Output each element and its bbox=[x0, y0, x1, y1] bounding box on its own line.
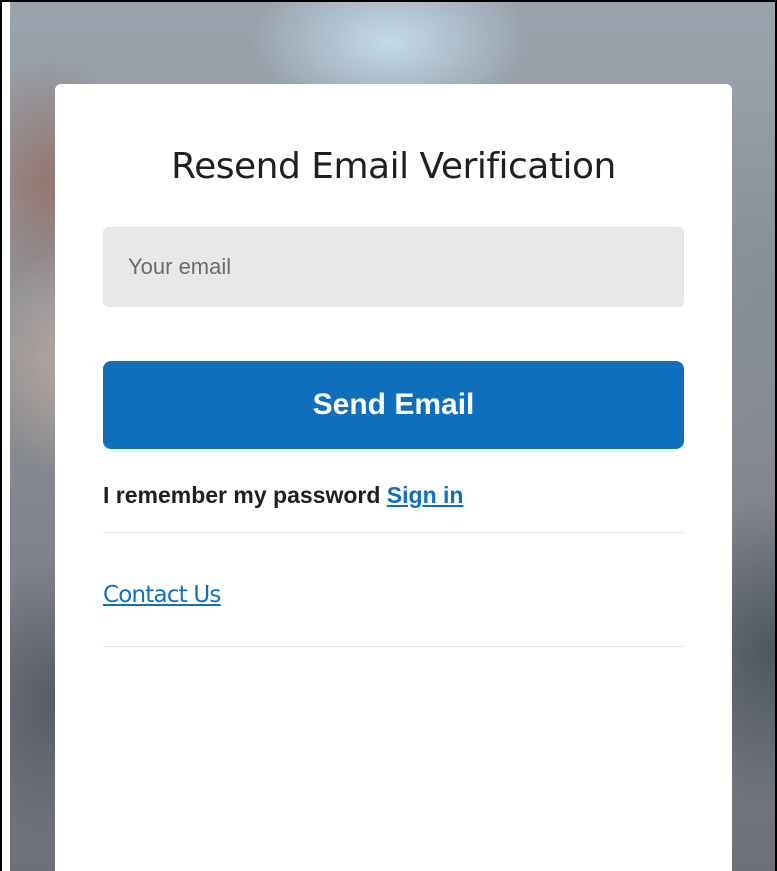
page-title: Resend Email Verification bbox=[171, 146, 616, 187]
resend-verification-card: Resend Email Verification Send Email I r… bbox=[55, 84, 732, 871]
remember-password-row: I remember my password Sign in bbox=[103, 482, 463, 509]
remember-password-text: I remember my password bbox=[103, 482, 381, 508]
contact-us-link[interactable]: Contact Us bbox=[103, 582, 221, 608]
divider bbox=[103, 532, 684, 533]
divider bbox=[103, 646, 684, 647]
page-frame: Resend Email Verification Send Email I r… bbox=[0, 0, 777, 871]
email-field[interactable] bbox=[103, 227, 684, 307]
send-email-button[interactable]: Send Email bbox=[103, 361, 684, 449]
left-edge-strip bbox=[2, 2, 10, 871]
sign-in-link[interactable]: Sign in bbox=[387, 482, 464, 508]
